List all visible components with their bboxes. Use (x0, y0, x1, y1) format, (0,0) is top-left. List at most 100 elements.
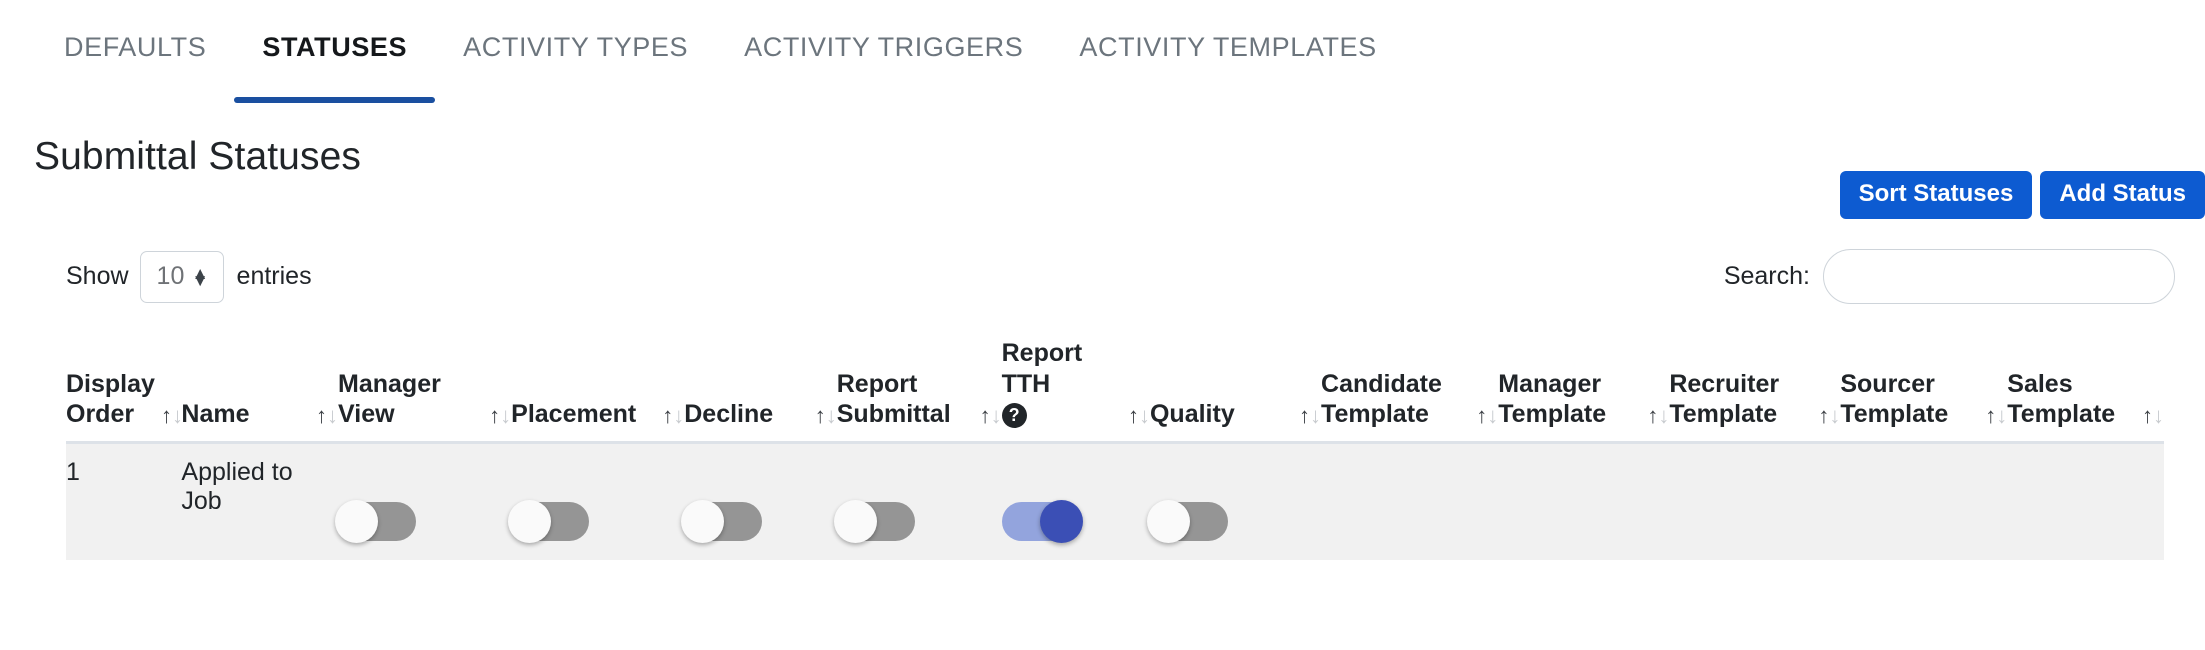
toggle-placement[interactable] (508, 499, 590, 543)
column-header-sales-template-line1: Sales (2007, 369, 2073, 398)
sort-up-icon: ↑ (1299, 402, 1311, 428)
cell-sales-template (2007, 442, 2164, 560)
toggle-report-submittal[interactable] (833, 499, 915, 543)
search-input[interactable] (1823, 249, 2175, 304)
toggle-decline[interactable] (681, 499, 763, 543)
tab-defaults[interactable]: DEFAULTS (36, 0, 234, 103)
sort-up-icon: ↑ (1985, 402, 1997, 428)
cell-report-tth (1001, 442, 1150, 560)
column-header-placement[interactable]: Placement ↑↓ (511, 338, 684, 442)
cell-name: Applied to Job (181, 457, 293, 515)
column-header-quality-line1: Quality (1149, 400, 1235, 428)
column-header-quality[interactable]: Quality ↑↓ (1150, 338, 1321, 442)
search-label: Search: (1723, 262, 1810, 290)
toggle-knob (833, 499, 877, 543)
tab-statuses[interactable]: STATUSES (234, 0, 435, 103)
sort-down-icon: ↓ (1996, 402, 2008, 428)
help-icon[interactable]: ? (1001, 402, 1027, 428)
sort-down-icon: ↓ (1658, 402, 1670, 428)
column-header-decline[interactable]: Decline ↑↓ (684, 338, 837, 442)
sort-icon[interactable]: ↑↓ (1647, 402, 1670, 430)
page-length-value: 10 (156, 262, 185, 290)
column-header-report-tth-line2: TTH (1001, 369, 1051, 398)
column-header-recruiter-template-line1: Recruiter (1669, 369, 1780, 398)
column-header-manager-template-line1: Manager (1498, 369, 1602, 398)
sort-up-icon: ↑ (1647, 402, 1659, 428)
sort-icon[interactable]: ↑↓ (316, 402, 339, 430)
column-header-manager-template[interactable]: Manager Template ↑↓ (1498, 338, 1669, 442)
sort-down-icon: ↓ (327, 402, 339, 428)
table-header: Display Order ↑↓ Name ↑↓ Manager View ↑↓… (66, 338, 2164, 442)
sort-icon[interactable]: ↑↓ (1127, 402, 1150, 430)
sort-icon[interactable]: ↑↓ (1818, 404, 1840, 430)
column-header-candidate-template[interactable]: Candidate Template ↑↓ (1321, 338, 1498, 442)
sort-icon[interactable]: ↑↓ (1299, 402, 1322, 430)
sort-up-icon: ↑ (979, 402, 991, 428)
sort-icon[interactable]: ↑↓ (815, 402, 837, 430)
toggle-manager-view[interactable] (335, 499, 417, 543)
entries-label: entries (236, 262, 312, 290)
column-header-recruiter-template-line2: Template (1669, 400, 1778, 428)
table-controls: Show 10 ▲ ▼ entries Search: (0, 249, 2205, 304)
column-header-sourcer-template-line2: Template (1840, 400, 1949, 428)
sort-down-icon: ↓ (1310, 402, 1322, 428)
add-status-button[interactable]: Add Status (2040, 171, 2205, 219)
column-header-manager-view[interactable]: Manager View ↑↓ (338, 338, 511, 442)
column-header-display-order[interactable]: Display Order ↑↓ (66, 338, 183, 442)
sort-down-icon: ↓ (2153, 402, 2164, 428)
cell-manager-view (335, 442, 511, 560)
cell-quality (1146, 442, 1321, 560)
sort-icon[interactable]: ↑↓ (1985, 402, 2008, 430)
column-header-sourcer-template[interactable]: Sourcer Template ↑↓ (1840, 338, 2007, 442)
page-length-select[interactable]: 10 ▲ ▼ (139, 250, 224, 303)
column-header-report-tth[interactable]: Report TTH ? ↑↓ (1001, 338, 1150, 442)
toggle-quality[interactable] (1146, 499, 1228, 543)
column-header-name[interactable]: Name ↑↓ (181, 338, 338, 442)
tab-activity-triggers-label: ACTIVITY TRIGGERS (744, 32, 1024, 62)
chevron-down-icon: ▼ (191, 270, 209, 290)
sort-up-icon: ↑ (2142, 402, 2153, 428)
submittal-statuses-table: Display Order ↑↓ Name ↑↓ Manager View ↑↓… (66, 338, 2164, 560)
column-header-manager-view-line1: Manager (338, 369, 441, 398)
cell-manager-template (1498, 442, 1669, 560)
sort-down-icon: ↓ (673, 402, 685, 428)
tab-statuses-label: STATUSES (262, 32, 408, 62)
toggle-knob (1039, 499, 1083, 543)
statuses-table-container: Display Order ↑↓ Name ↑↓ Manager View ↑↓… (0, 338, 2205, 560)
show-entries-control: Show 10 ▲ ▼ entries (66, 250, 316, 303)
table-body: 1 Applied to Job (66, 442, 2164, 560)
column-header-recruiter-template[interactable]: Recruiter Template ↑↓ (1669, 338, 1840, 442)
sort-icon[interactable]: ↑↓ (160, 402, 183, 430)
column-header-report-tth-line1: Report (1001, 339, 1083, 367)
sort-down-icon: ↓ (990, 402, 1002, 428)
tab-activity-triggers[interactable]: ACTIVITY TRIGGERS (716, 0, 1051, 103)
column-header-candidate-template-line2: Template (1321, 400, 1429, 428)
cell-candidate-template (1321, 442, 1498, 560)
toggle-knob (1146, 499, 1190, 543)
tab-activity-templates-label: ACTIVITY TEMPLATES (1079, 32, 1377, 62)
toggle-knob (335, 499, 379, 543)
column-header-display-order-line1: Display (66, 369, 155, 398)
sort-icon[interactable]: ↑↓ (489, 402, 512, 430)
column-header-report-submittal[interactable]: Report Submittal ↑↓ (837, 338, 1002, 442)
toggle-report-tth[interactable] (1001, 499, 1083, 543)
column-header-sourcer-template-line1: Sourcer (1840, 369, 1935, 398)
tab-activity-types[interactable]: ACTIVITY TYPES (435, 0, 716, 103)
sort-icon[interactable]: ↑↓ (979, 402, 1002, 430)
sort-icon[interactable]: ↑↓ (662, 402, 685, 430)
column-header-manager-template-line2: Template (1498, 400, 1607, 428)
column-header-manager-view-line2: View (338, 400, 395, 428)
sort-icon[interactable]: ↑↓ (1476, 404, 1498, 430)
sort-down-icon: ↓ (825, 402, 837, 428)
column-header-sales-template-line2: Template (2007, 400, 2116, 428)
toggle-knob (508, 499, 552, 543)
sort-up-icon: ↑ (1127, 402, 1139, 428)
sort-down-icon: ↓ (500, 402, 512, 428)
column-header-name-line1: Name (181, 400, 250, 428)
tab-activity-templates[interactable]: ACTIVITY TEMPLATES (1051, 0, 1404, 103)
sort-icon[interactable]: ↑↓ (2142, 402, 2164, 430)
column-header-sales-template[interactable]: Sales Template ↑↓ (2007, 338, 2164, 442)
search-control: Search: (1724, 249, 2175, 304)
sort-statuses-button[interactable]: Sort Statuses (1839, 171, 2033, 219)
sort-up-icon: ↑ (160, 402, 172, 428)
